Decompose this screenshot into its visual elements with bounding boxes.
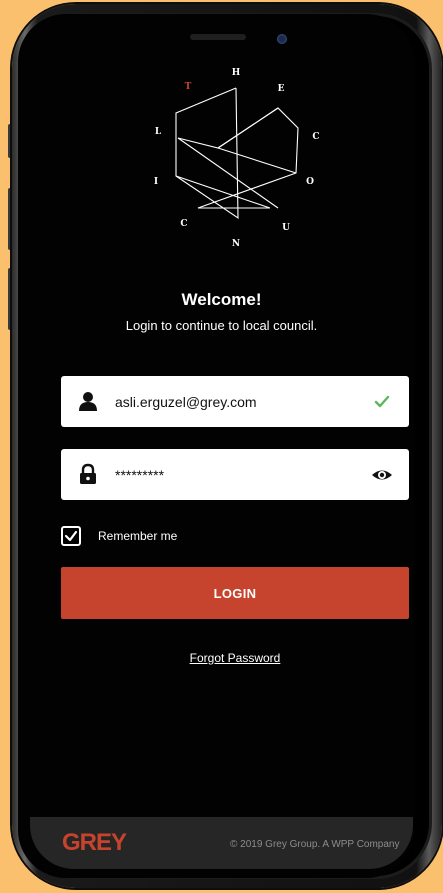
checkmark-icon bbox=[64, 530, 78, 542]
logo-letter-h: H bbox=[232, 68, 241, 78]
eye-icon[interactable] bbox=[371, 464, 393, 486]
speaker-grille bbox=[190, 34, 246, 40]
logo-letter-i: I bbox=[154, 177, 158, 187]
login-button[interactable]: LOGIN bbox=[61, 567, 409, 619]
logo-letter-c: C bbox=[312, 132, 319, 142]
logo-letter-c2: C bbox=[180, 219, 187, 229]
logo-letter-t: T bbox=[185, 82, 192, 92]
logo-letter-e: E bbox=[278, 84, 285, 94]
logo-lines bbox=[175, 87, 299, 220]
welcome-subtitle: Login to continue to local council. bbox=[125, 318, 318, 333]
logo-letter-u: U bbox=[282, 223, 290, 233]
lock-icon bbox=[80, 463, 96, 484]
page-background: T H E C O U N C I L Welcome! Login to co… bbox=[0, 0, 443, 893]
footer: GREY © 2019 Grey Group. A WPP Company bbox=[30, 817, 413, 869]
password-field[interactable] bbox=[61, 449, 409, 500]
user-icon bbox=[79, 392, 97, 411]
logo-letter-n: N bbox=[232, 239, 240, 249]
remember-me-row[interactable]: Remember me bbox=[61, 524, 177, 548]
logo-letter-l: L bbox=[155, 127, 162, 137]
logo-letter-o: O bbox=[306, 177, 314, 187]
welcome-title: Welcome! bbox=[181, 290, 262, 309]
remember-me-label: Remember me bbox=[98, 529, 178, 543]
password-input[interactable] bbox=[115, 449, 365, 500]
email-field[interactable] bbox=[61, 376, 409, 427]
remember-me-checkbox[interactable] bbox=[61, 526, 81, 546]
forgot-password-link[interactable]: Forgot Password bbox=[0, 651, 443, 665]
front-camera bbox=[277, 34, 287, 44]
check-icon bbox=[374, 395, 390, 408]
council-logo: T H E C O U N C I L bbox=[154, 68, 320, 249]
grey-logo: GREY bbox=[62, 829, 127, 856]
copyright-text: © 2019 Grey Group. A WPP Company bbox=[230, 839, 400, 850]
email-input[interactable] bbox=[115, 376, 365, 427]
